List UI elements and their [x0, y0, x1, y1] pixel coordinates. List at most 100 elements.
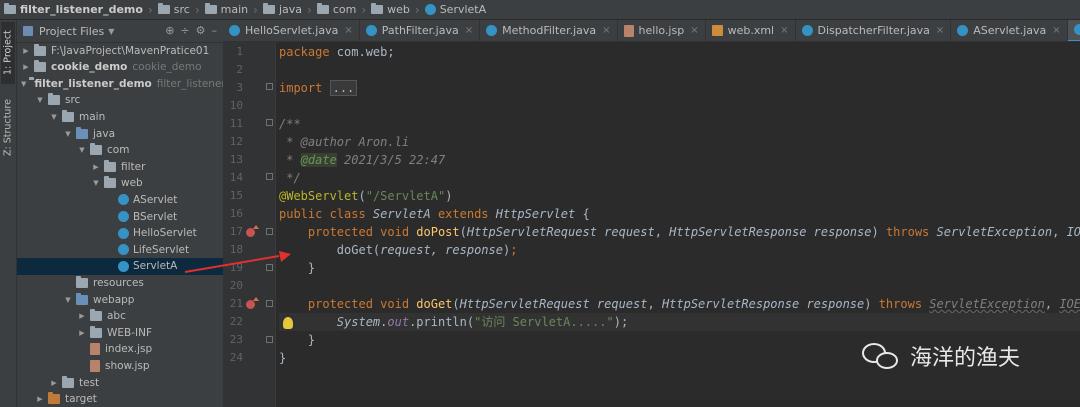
expanded-chevron-icon[interactable]: ▼ [63, 130, 73, 138]
breadcrumb-item[interactable]: main [204, 3, 248, 16]
code-line-10[interactable]: /** [279, 115, 1080, 133]
collapsed-chevron-icon[interactable]: ▶ [49, 379, 59, 387]
line-number[interactable]: 13 [223, 151, 243, 169]
tree-item[interactable]: HelloServlet [17, 225, 223, 242]
line-number[interactable]: 3 [223, 79, 243, 97]
locate-icon[interactable]: ⊕ [165, 24, 174, 37]
tree-item[interactable]: ▶ test [17, 374, 223, 391]
editor-tab[interactable]: ServletA.java× [1067, 20, 1080, 41]
tree-item[interactable]: ▼ main [17, 108, 223, 125]
breadcrumb-item[interactable]: ServletA [424, 3, 486, 16]
breadcrumb-item[interactable]: src [157, 3, 190, 16]
collapsed-chevron-icon[interactable]: ▶ [77, 312, 87, 320]
folded-imports[interactable]: ... [329, 80, 358, 96]
tree-item[interactable]: ▶ filter [17, 158, 223, 175]
editor-tab[interactable]: web.xml × [706, 20, 796, 41]
code-line-21[interactable]: System.out.println("访问 ServletA....."); [279, 313, 1080, 331]
collapsed-chevron-icon[interactable]: ▶ [77, 329, 87, 337]
tree-item[interactable]: ▶ cookie_demo cookie_demo [17, 59, 223, 76]
breadcrumb-item[interactable]: com [316, 3, 356, 16]
fold-icon[interactable] [266, 83, 273, 90]
code-line-3[interactable]: import ... [279, 79, 1080, 97]
expanded-chevron-icon[interactable]: ▼ [91, 179, 101, 187]
expanded-chevron-icon[interactable]: ▼ [21, 80, 26, 88]
override-marker-icon[interactable] [246, 297, 259, 309]
fold-icon[interactable] [266, 336, 273, 343]
tree-item[interactable]: ▼ src [17, 92, 223, 109]
tree-item[interactable]: ▼ java [17, 125, 223, 142]
tree-item[interactable]: ▶ WEB-INF [17, 324, 223, 341]
expanded-chevron-icon[interactable]: ▼ [35, 96, 45, 104]
line-number[interactable]: 22 [223, 313, 243, 331]
close-icon[interactable]: × [602, 25, 610, 36]
close-icon[interactable]: × [1052, 25, 1060, 36]
collapsed-chevron-icon[interactable]: ▶ [21, 63, 31, 71]
project-view-selector[interactable]: Project Files [39, 25, 104, 38]
collapsed-chevron-icon[interactable]: ▶ [91, 163, 101, 171]
code-line-20[interactable]: protected void doGet(HttpServletRequest … [279, 295, 1080, 313]
code-line-12[interactable]: * @date 2021/3/5 22:47 [279, 151, 1080, 169]
line-number[interactable]: 2 [223, 61, 243, 79]
close-icon[interactable]: × [465, 25, 473, 36]
close-icon[interactable]: × [780, 25, 788, 36]
tree-item[interactable]: ▼ web [17, 175, 223, 192]
tree-item[interactable]: show.jsp [17, 357, 223, 374]
line-number[interactable]: 10 [223, 97, 243, 115]
collapsed-chevron-icon[interactable]: ▶ [21, 47, 31, 55]
code-line-15[interactable]: public class ServletA extends HttpServle… [279, 205, 1080, 223]
breadcrumb-item[interactable]: web [371, 3, 410, 16]
tree-item[interactable]: ▶ target [17, 391, 223, 407]
editor-tab[interactable]: DispatcherFilter.java × [796, 20, 952, 41]
editor-tab[interactable]: MethodFilter.java × [480, 20, 618, 41]
project-tool-tab[interactable]: 1: Project [1, 22, 15, 84]
tree-item[interactable]: ▼ com [17, 142, 223, 159]
fold-icon[interactable] [266, 173, 273, 180]
tree-item[interactable]: ▼ webapp [17, 291, 223, 308]
line-number[interactable]: 24 [223, 349, 243, 367]
editor-tab[interactable]: HelloServlet.java × [223, 20, 360, 41]
line-number[interactable]: 1 [223, 43, 243, 61]
tree-item[interactable]: AServlet [17, 191, 223, 208]
line-number[interactable]: 15 [223, 187, 243, 205]
line-number[interactable]: 23 [223, 331, 243, 349]
line-number[interactable]: 16 [223, 205, 243, 223]
hide-icon[interactable]: – [212, 24, 218, 37]
tree-item[interactable]: index.jsp [17, 341, 223, 358]
close-icon[interactable]: × [344, 25, 352, 36]
code-line-16[interactable]: protected void doPost(HttpServletRequest… [279, 223, 1080, 241]
line-number[interactable]: 14 [223, 169, 243, 187]
override-marker-icon[interactable] [246, 225, 259, 237]
editor-tab[interactable]: PathFilter.java × [360, 20, 481, 41]
structure-tool-tab[interactable]: Z: Structure [1, 92, 15, 164]
fold-icon[interactable] [266, 228, 273, 235]
line-number[interactable]: 17 [223, 223, 243, 241]
chevron-down-icon[interactable]: ▼ [108, 27, 114, 36]
gear-icon[interactable]: ⚙ [196, 24, 206, 37]
expanded-chevron-icon[interactable]: ▼ [77, 146, 87, 154]
expanded-chevron-icon[interactable]: ▼ [49, 113, 59, 121]
tree-item[interactable]: ▶ F:\JavaProject\MavenPratice01 [17, 42, 223, 59]
line-number[interactable]: 11 [223, 115, 243, 133]
editor-gutter[interactable]: 1 2 3 10 11 12 13 14 15 16 17 18 19 20 21 22 23 24 [223, 42, 276, 407]
collapse-icon[interactable]: ÷ [180, 24, 189, 37]
fold-icon[interactable] [266, 300, 273, 307]
lightbulb-icon[interactable] [283, 317, 293, 329]
line-number[interactable]: 12 [223, 133, 243, 151]
code-line-11[interactable]: * @author Aron.li [279, 133, 1080, 151]
code-line-13[interactable]: */ [279, 169, 1080, 187]
code-line-1[interactable]: package com.web; [279, 43, 1080, 61]
close-icon[interactable]: × [936, 25, 944, 36]
line-number[interactable]: 21 [223, 295, 243, 313]
breadcrumb-item[interactable]: filter_listener_demo [4, 3, 143, 16]
project-panel-header[interactable]: Project Files ▼ ⊕ ÷ ⚙ – [17, 20, 223, 43]
fold-icon[interactable] [266, 119, 273, 126]
tree-item[interactable]: ▶ abc [17, 308, 223, 325]
expanded-chevron-icon[interactable]: ▼ [63, 296, 73, 304]
editor-tab[interactable]: AServlet.java × [951, 20, 1068, 41]
code-line-18[interactable]: } [279, 259, 1080, 277]
tree-item[interactable]: BServlet [17, 208, 223, 225]
tree-item[interactable]: ▼ filter_listener_demo filter_listener_de [17, 75, 223, 92]
collapsed-chevron-icon[interactable]: ▶ [35, 395, 45, 403]
close-icon[interactable]: × [690, 25, 698, 36]
code-line-17[interactable]: doGet(request, response); [279, 241, 1080, 259]
